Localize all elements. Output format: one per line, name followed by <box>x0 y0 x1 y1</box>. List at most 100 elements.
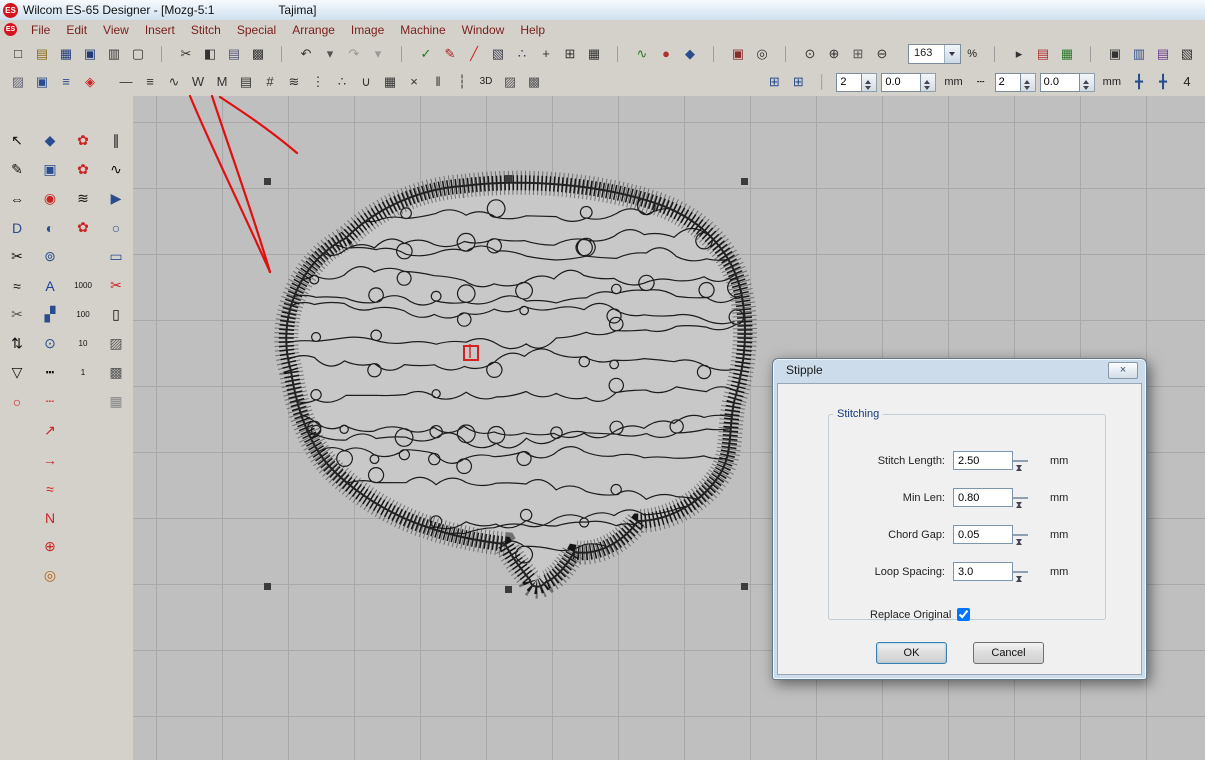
ring-red-icon[interactable]: ○ <box>1 387 34 416</box>
toolbox-spacer[interactable] <box>1 416 34 445</box>
stitch-length-input[interactable] <box>953 451 1013 470</box>
zoom-box-icon[interactable]: ⊞ <box>847 43 869 65</box>
flip-tool-icon[interactable]: ⇅ <box>1 329 34 358</box>
satin-w-icon[interactable]: W <box>187 71 209 93</box>
loop-spacing-input[interactable] <box>953 562 1013 581</box>
print-icon[interactable]: ▥ <box>103 43 125 65</box>
paste-icon[interactable]: ▤ <box>223 43 245 65</box>
lettering-monogram-icon[interactable]: D <box>1 213 34 242</box>
digitize-block-icon[interactable]: ▣ <box>34 155 67 184</box>
play-tool-icon[interactable]: ▶ <box>100 184 133 213</box>
cut-icon[interactable]: ✂ <box>175 43 197 65</box>
grid-snap-icon[interactable]: ⊞ <box>787 71 809 93</box>
stitch-edit-icon[interactable]: ✎ <box>439 43 461 65</box>
ellipse-tool-icon[interactable]: ○ <box>100 213 133 242</box>
backstitch-icon[interactable]: N <box>34 503 67 532</box>
grid-settings-icon[interactable]: ⊞ <box>763 71 785 93</box>
stipple-dots-icon[interactable]: ∴ <box>511 43 533 65</box>
ruler-icon[interactable]: ┄ <box>970 71 992 93</box>
table-icon[interactable]: ▦ <box>583 43 605 65</box>
crosshair-icon[interactable]: + <box>535 43 557 65</box>
spinner[interactable] <box>1013 571 1028 573</box>
toolbox-spacer[interactable] <box>67 474 100 503</box>
hatch-fill-icon[interactable]: ▨ <box>100 329 133 358</box>
density-100-icon[interactable]: 100 <box>67 300 100 329</box>
spinner[interactable] <box>1021 73 1036 92</box>
dialog-close-button[interactable]: × <box>1108 362 1138 379</box>
candlewick-icon[interactable]: ◎ <box>34 561 67 590</box>
tatami-icon[interactable]: ▤ <box>235 71 257 93</box>
grid-spacing1-input[interactable] <box>881 73 921 92</box>
spinner[interactable] <box>921 73 936 92</box>
contour-icon[interactable]: ∪ <box>355 71 377 93</box>
toolbox-spacer[interactable] <box>1 445 34 474</box>
design-info-icon[interactable]: ▤ <box>1152 43 1174 65</box>
overview-icon[interactable]: ▣ <box>1104 43 1126 65</box>
reshape-tool-icon[interactable]: ◆ <box>34 126 67 155</box>
toolbox-spacer[interactable] <box>100 416 133 445</box>
properties-icon[interactable]: ▩ <box>247 43 269 65</box>
toolbox-spacer[interactable] <box>67 416 100 445</box>
hoop-icon[interactable]: ◎ <box>751 43 773 65</box>
toolbox-spacer[interactable] <box>1 561 34 590</box>
grid-spacing2-input[interactable] <box>1040 73 1080 92</box>
menu-help[interactable]: Help <box>512 23 553 37</box>
partial-icon[interactable]: ▧ <box>1176 43 1198 65</box>
zoom-value[interactable]: 163 <box>909 45 944 63</box>
rectangle-tool-icon[interactable]: ▭ <box>100 242 133 271</box>
flower-fill-icon[interactable]: ✿ <box>67 213 100 242</box>
zoom-1x-icon[interactable]: ⊙ <box>799 43 821 65</box>
selection-handle-top-left[interactable] <box>264 178 271 185</box>
dialog-title-bar[interactable]: Stipple × <box>773 359 1146 381</box>
move-design-icon[interactable]: ╋ <box>1128 71 1150 93</box>
save-icon[interactable]: ▦ <box>55 43 77 65</box>
density-10-icon[interactable]: 10 <box>67 329 100 358</box>
menu-view[interactable]: View <box>95 23 137 37</box>
texture-b-icon[interactable]: ▩ <box>523 71 545 93</box>
redo-icon[interactable]: ↷ <box>343 43 365 65</box>
replace-original-checkbox[interactable] <box>957 608 970 621</box>
new-icon[interactable]: □ <box>7 43 29 65</box>
open-icon[interactable]: ▤ <box>31 43 53 65</box>
toolbox-spacer[interactable] <box>1 474 34 503</box>
cancel-button[interactable]: Cancel <box>973 642 1044 664</box>
satin-m-icon[interactable]: M <box>211 71 233 93</box>
toolbar-separator[interactable]: │ <box>1080 43 1102 65</box>
measure-tool-icon[interactable]: ⇔ <box>1 184 34 213</box>
texture-a-icon[interactable]: ▨ <box>499 71 521 93</box>
design-center-marker[interactable] <box>463 345 479 361</box>
stipple-border-icon[interactable]: ◈ <box>79 71 101 93</box>
dash-run-icon[interactable]: ┄ <box>34 387 67 416</box>
curve-tool-icon[interactable]: ∿ <box>100 155 133 184</box>
undo-dropdown-icon[interactable]: ▾ <box>319 43 341 65</box>
gradient-fill-icon[interactable]: ▨ <box>7 71 29 93</box>
selection-handle-bottom-left[interactable] <box>264 583 271 590</box>
toolbar-separator[interactable]: │ <box>811 71 833 93</box>
program-split-icon[interactable]: ≋ <box>67 184 100 213</box>
toolbox-spacer[interactable] <box>100 445 133 474</box>
chord-gap-input[interactable] <box>953 525 1013 544</box>
spinner[interactable] <box>1013 497 1028 499</box>
triple-run-icon[interactable]: ≡ <box>139 71 161 93</box>
outline-box-icon[interactable]: ▧ <box>487 43 509 65</box>
toolbox-spacer[interactable] <box>67 242 100 271</box>
cross-stitch-icon[interactable]: × <box>403 71 425 93</box>
ring-tool-icon[interactable]: ⊚ <box>34 242 67 271</box>
stipple-run-icon[interactable]: ≡ <box>55 71 77 93</box>
curve-green-icon[interactable]: ∿ <box>631 43 653 65</box>
spinner[interactable] <box>1080 73 1095 92</box>
parallel-weave-icon[interactable]: ∥ <box>100 126 133 155</box>
title-bar[interactable]: ES Wilcom ES-65 Designer - [Mozg-5:1 Taj… <box>0 0 1205 21</box>
jump-stitch-icon[interactable]: ↗ <box>34 416 67 445</box>
step-fill-icon[interactable]: ▦ <box>379 71 401 93</box>
play-stitch-icon[interactable]: ▸ <box>1008 43 1030 65</box>
toolbar-separator[interactable]: │ <box>703 43 725 65</box>
run-dash-icon[interactable]: ┅ <box>34 358 67 387</box>
toolbox-spacer[interactable] <box>67 387 100 416</box>
selection-handle-top-mid[interactable] <box>505 175 512 182</box>
pattern-fill-icon[interactable]: ▩ <box>100 358 133 387</box>
freehand-draw-icon[interactable]: ✎ <box>1 155 34 184</box>
toolbox-spacer[interactable] <box>100 561 133 590</box>
zoom-combo[interactable]: 163 <box>908 44 961 64</box>
toolbar-separator[interactable]: │ <box>775 43 797 65</box>
